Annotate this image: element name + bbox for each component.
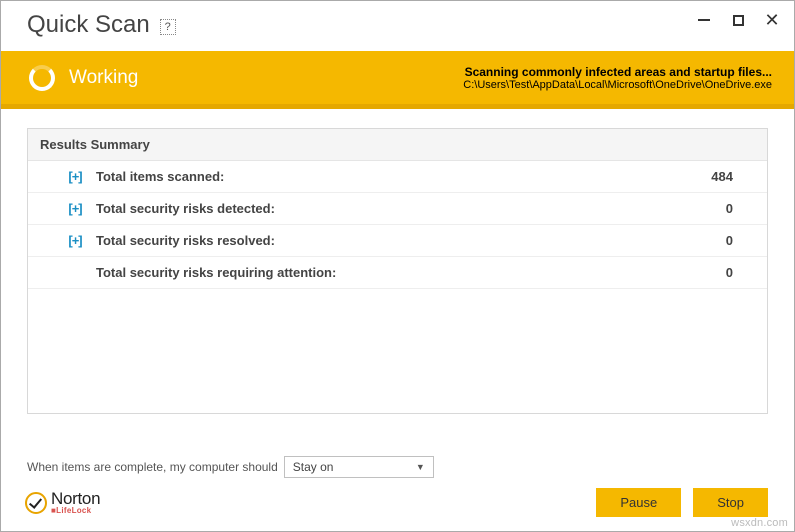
result-value: 0 <box>726 201 755 216</box>
expand-icon[interactable]: [+] <box>60 233 90 248</box>
spinner-icon <box>29 65 55 91</box>
close-button[interactable]: ✕ <box>764 12 780 28</box>
result-row: Total security risks requiring attention… <box>28 257 767 289</box>
help-button[interactable]: ? <box>160 19 176 35</box>
result-value: 0 <box>726 233 755 248</box>
result-label: Total security risks resolved: <box>96 233 726 248</box>
watermark: wsxdn.com <box>731 517 788 529</box>
app-window: Quick Scan ? ✕ Working Scanning commonly… <box>0 0 795 532</box>
status-headline: Scanning commonly infected areas and sta… <box>463 65 772 79</box>
chevron-down-icon: ▼ <box>416 462 425 472</box>
status-bar: Working Scanning commonly infected areas… <box>1 51 794 104</box>
status-right: Scanning commonly infected areas and sta… <box>463 65 772 91</box>
brand-text: Norton ■LifeLock <box>51 490 100 515</box>
result-row: [+] Total items scanned: 484 <box>28 161 767 193</box>
status-path: C:\Users\Test\AppData\Local\Microsoft\On… <box>463 79 772 91</box>
result-row: [+] Total security risks detected: 0 <box>28 193 767 225</box>
result-label: Total security risks detected: <box>96 201 726 216</box>
pause-button[interactable]: Pause <box>596 488 681 517</box>
maximize-button[interactable] <box>730 12 746 28</box>
expand-icon[interactable]: [+] <box>60 201 90 216</box>
bottom-bar: Norton ■LifeLock Pause Stop <box>1 478 794 531</box>
status-state: Working <box>69 67 138 89</box>
result-value: 484 <box>711 169 755 184</box>
postscan-select[interactable]: Stay on ▼ <box>284 456 434 478</box>
window-controls: ✕ <box>696 12 780 28</box>
results-header: Results Summary <box>28 129 767 161</box>
result-label: Total security risks requiring attention… <box>96 265 726 280</box>
content-area: Results Summary [+] Total items scanned:… <box>1 104 794 442</box>
status-left: Working <box>29 65 138 91</box>
minimize-button[interactable] <box>696 12 712 28</box>
action-buttons: Pause Stop <box>596 488 768 517</box>
titlebar: Quick Scan ? ✕ <box>1 1 794 51</box>
window-title: Quick Scan <box>27 11 150 39</box>
result-label: Total items scanned: <box>96 169 711 184</box>
brand-sub: ■LifeLock <box>51 507 100 515</box>
result-row: [+] Total security risks resolved: 0 <box>28 225 767 257</box>
postscan-selected: Stay on <box>293 460 334 474</box>
brand-logo: Norton ■LifeLock <box>25 490 100 515</box>
postscan-option: When items are complete, my computer sho… <box>1 442 794 478</box>
checkmark-icon <box>25 492 47 514</box>
result-value: 0 <box>726 265 755 280</box>
stop-button[interactable]: Stop <box>693 488 768 517</box>
titlebar-left: Quick Scan ? <box>27 11 176 39</box>
brand-name: Norton <box>51 490 100 507</box>
expand-icon[interactable]: [+] <box>60 169 90 184</box>
postscan-label: When items are complete, my computer sho… <box>27 460 278 474</box>
results-panel: Results Summary [+] Total items scanned:… <box>27 128 768 414</box>
